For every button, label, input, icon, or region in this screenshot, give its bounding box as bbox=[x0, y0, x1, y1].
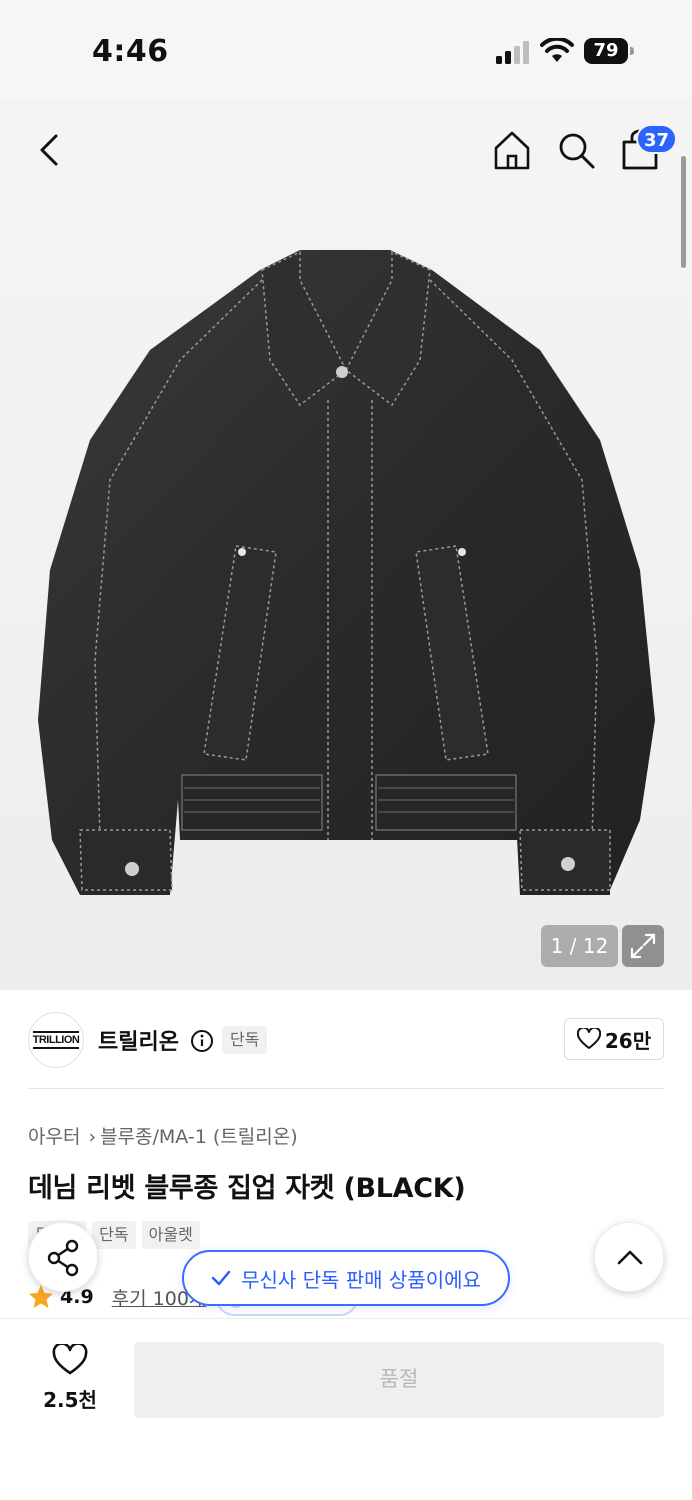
scroll-to-top-button[interactable] bbox=[594, 1222, 664, 1292]
product-title: 데님 리벳 블루종 집업 자켓 (BLACK) bbox=[28, 1173, 466, 1204]
search-icon[interactable] bbox=[556, 128, 596, 172]
breadcrumb: 아우터 › 블루종/MA-1 (트릴리온) bbox=[28, 1122, 298, 1149]
share-button[interactable] bbox=[28, 1222, 98, 1292]
expand-icon[interactable] bbox=[622, 925, 664, 967]
breadcrumb-subcategory[interactable]: 블루종/MA-1 (트릴리온) bbox=[100, 1126, 298, 1148]
back-icon[interactable] bbox=[30, 128, 70, 172]
share-icon bbox=[47, 1239, 79, 1277]
battery-icon: 79 bbox=[584, 38, 634, 64]
chevron-up-icon bbox=[617, 1250, 643, 1265]
chevron-right-icon: › bbox=[88, 1126, 97, 1148]
image-pager: 1 / 12 bbox=[541, 925, 618, 967]
battery-level: 79 bbox=[584, 38, 628, 64]
brand-like-count: 26만 bbox=[604, 1028, 652, 1053]
brand-logo[interactable]: TRILLION bbox=[28, 1012, 84, 1068]
brand-row: TRILLION 트릴리온 단독 26만 bbox=[28, 1010, 664, 1070]
brand-name[interactable]: 트릴리온 bbox=[98, 1024, 179, 1056]
wifi-icon bbox=[540, 38, 574, 62]
product-image-gallery[interactable] bbox=[0, 100, 692, 990]
heart-icon bbox=[52, 1342, 88, 1375]
exclusive-tag: 단독 bbox=[222, 1026, 268, 1054]
cellular-signal-icon bbox=[496, 41, 529, 64]
divider bbox=[28, 1088, 664, 1089]
info-icon[interactable] bbox=[190, 1029, 214, 1053]
home-icon[interactable] bbox=[492, 128, 532, 172]
status-time: 4:46 bbox=[92, 34, 169, 69]
check-icon bbox=[211, 1270, 231, 1286]
cart-count-badge: 37 bbox=[636, 124, 678, 154]
wishlist-button[interactable]: 2.5천 bbox=[34, 1342, 106, 1416]
buy-button[interactable]: 품절 bbox=[134, 1342, 664, 1418]
wishlist-count: 2.5천 bbox=[43, 1388, 97, 1412]
product-image[interactable] bbox=[0, 240, 692, 990]
brand-like-button[interactable]: 26만 bbox=[564, 1018, 664, 1060]
status-bar: 4:46 79 bbox=[0, 0, 692, 100]
exclusive-toast: 무신사 단독 판매 상품이에요 bbox=[182, 1250, 510, 1306]
scrollbar[interactable] bbox=[681, 156, 686, 268]
heart-icon bbox=[576, 1028, 601, 1049]
tag: 아울렛 bbox=[141, 1221, 200, 1249]
toast-text: 무신사 단독 판매 상품이에요 bbox=[241, 1267, 481, 1292]
breadcrumb-category[interactable]: 아우터 bbox=[28, 1126, 80, 1148]
